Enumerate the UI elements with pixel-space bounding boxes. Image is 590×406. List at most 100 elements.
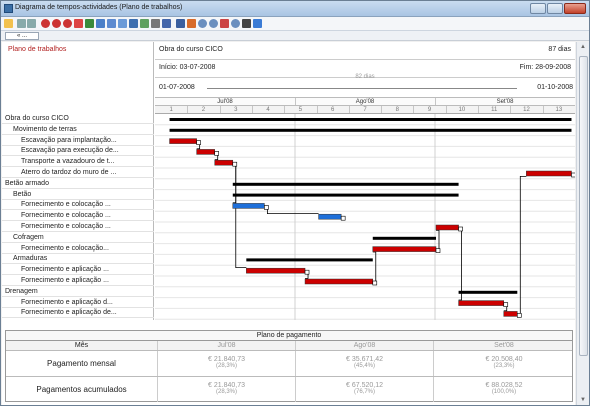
critical-task-bar (526, 170, 572, 177)
critical-task-bar (214, 159, 234, 166)
month-column-header: Mês (6, 341, 158, 350)
link-icon[interactable] (74, 19, 83, 28)
calendar-icon[interactable] (118, 19, 127, 28)
columns-icon[interactable] (176, 19, 185, 28)
critical-task-bar (435, 224, 459, 231)
slack-marker (458, 226, 463, 232)
payment-cell: € 67.520,12 (76,7%) (296, 377, 434, 402)
week-separator (381, 106, 383, 113)
summary-bar (246, 258, 373, 262)
payment-value: € 88.028,52 (485, 382, 523, 389)
task-row[interactable]: Fornecimento e colocação ... (2, 200, 154, 211)
summary-bar (372, 236, 436, 240)
scroll-up-icon[interactable]: ▲ (580, 44, 586, 50)
task-row[interactable]: Fornecimento e colocação... (2, 244, 154, 254)
critical-task-bar (503, 311, 518, 317)
task-row[interactable]: Armaduras (2, 254, 154, 265)
task-row[interactable]: Fornecimento e colocação ... (2, 211, 154, 222)
refresh-icon[interactable] (140, 19, 149, 28)
task-row[interactable]: Cofragem (2, 233, 154, 243)
task-row[interactable]: Escavação para implantação... (2, 136, 154, 146)
scroll-thumb[interactable] (579, 56, 588, 356)
week-label: 6 (331, 107, 335, 113)
payment-value: € 21.840,73 (208, 382, 245, 389)
week-separator (348, 106, 350, 113)
task-row[interactable]: Fornecimento e aplicação d... (2, 298, 154, 308)
undo-icon[interactable] (17, 19, 26, 28)
filter-2-icon[interactable] (52, 19, 61, 28)
table-icon[interactable] (96, 19, 105, 28)
close-button[interactable] (564, 3, 586, 14)
payment-percent: (76,7%) (353, 389, 375, 395)
payment-percent: (100,0%) (491, 389, 517, 395)
gantt-icon[interactable] (107, 19, 116, 28)
payment-percent: (23,3%) (493, 363, 515, 369)
project-duration: 87 dias (548, 46, 571, 53)
timeline-line (207, 88, 517, 89)
dependency-link (232, 162, 237, 204)
task-row[interactable]: Betão (2, 190, 154, 200)
critical-task-bar (372, 246, 437, 252)
task-row[interactable]: Fornecimento e aplicação ... (2, 265, 154, 276)
week-separator (445, 106, 447, 113)
month-label: Jul'08 (217, 99, 233, 105)
critical-task-bar (246, 267, 306, 274)
save-icon[interactable] (129, 19, 138, 28)
task-row[interactable]: Obra do curso CICO (2, 114, 154, 124)
week-separator (187, 106, 189, 113)
week-label: 7 (363, 107, 367, 113)
zoom-in-icon[interactable] (198, 19, 207, 28)
resources-icon[interactable] (187, 19, 196, 28)
gantt-bars (155, 114, 575, 320)
filter-icon[interactable] (41, 19, 50, 28)
minimize-button[interactable] (530, 3, 546, 14)
payment-cell: € 20.508,40 (23,3%) (434, 351, 574, 376)
zoom-out-icon[interactable] (209, 19, 218, 28)
task-row[interactable]: Aterro do tardoz do muro de ... (2, 168, 154, 178)
task-row[interactable]: Movimento de terras (2, 125, 154, 135)
task-row[interactable]: Drenagem (2, 287, 154, 297)
week-label: 4 (266, 107, 270, 113)
vertical-scrollbar[interactable]: ▲ ▼ (576, 42, 589, 405)
open-folder-icon[interactable] (4, 19, 13, 28)
report-icon[interactable] (162, 19, 171, 28)
find-icon[interactable] (231, 19, 240, 28)
print-icon[interactable] (151, 19, 160, 28)
chart-icon[interactable] (85, 19, 94, 28)
week-separator (284, 106, 286, 113)
gantt-chart (155, 114, 575, 320)
task-row[interactable]: Fornecimento e aplicação ... (2, 276, 154, 286)
printer-icon[interactable] (242, 19, 251, 28)
filter-3-icon[interactable] (63, 19, 72, 28)
task-row[interactable]: Escavação para execução de... (2, 146, 154, 157)
week-separator (413, 106, 415, 113)
payment-row-label: Pagamentos acumulados (6, 377, 158, 402)
task-row[interactable]: Fornecimento e colocação ... (2, 222, 154, 232)
application-window: Diagrama de tempos-actividades (Plano de… (0, 0, 590, 406)
navigation-row: « ... (1, 31, 589, 41)
month-separator (295, 98, 296, 105)
summary-bar (232, 193, 459, 197)
payment-percent: (45,4%) (353, 363, 375, 369)
task-row[interactable]: Betão armado (2, 179, 154, 189)
week-separator (251, 106, 253, 113)
back-navigation-button[interactable]: « ... (5, 32, 39, 40)
maximize-button[interactable] (547, 3, 563, 14)
timeline-end: 01-10-2008 (537, 84, 573, 91)
task-list: Obra do curso CICO Movimento de terras Esc… (2, 114, 154, 320)
week-separator (316, 106, 318, 113)
scroll-down-icon[interactable]: ▼ (580, 397, 586, 403)
app-icon (4, 4, 13, 13)
task-row[interactable]: Transporte a vazadouro de t... (2, 157, 154, 168)
week-label: 13 (555, 107, 563, 113)
payment-value: € 35.671,42 (346, 356, 383, 363)
task-row[interactable]: Fornecimento e aplicação de... (2, 308, 154, 319)
redo-icon[interactable] (27, 19, 36, 28)
edit-icon[interactable] (220, 19, 229, 28)
payment-percent: (28,3%) (215, 389, 237, 395)
export-icon[interactable] (253, 19, 262, 28)
payment-cell: € 21.840,73 (28,3%) (158, 377, 296, 402)
dependency-link (458, 227, 462, 301)
slack-marker (516, 313, 522, 318)
title-bar[interactable]: Diagrama de tempos-actividades (Plano de… (1, 1, 589, 17)
